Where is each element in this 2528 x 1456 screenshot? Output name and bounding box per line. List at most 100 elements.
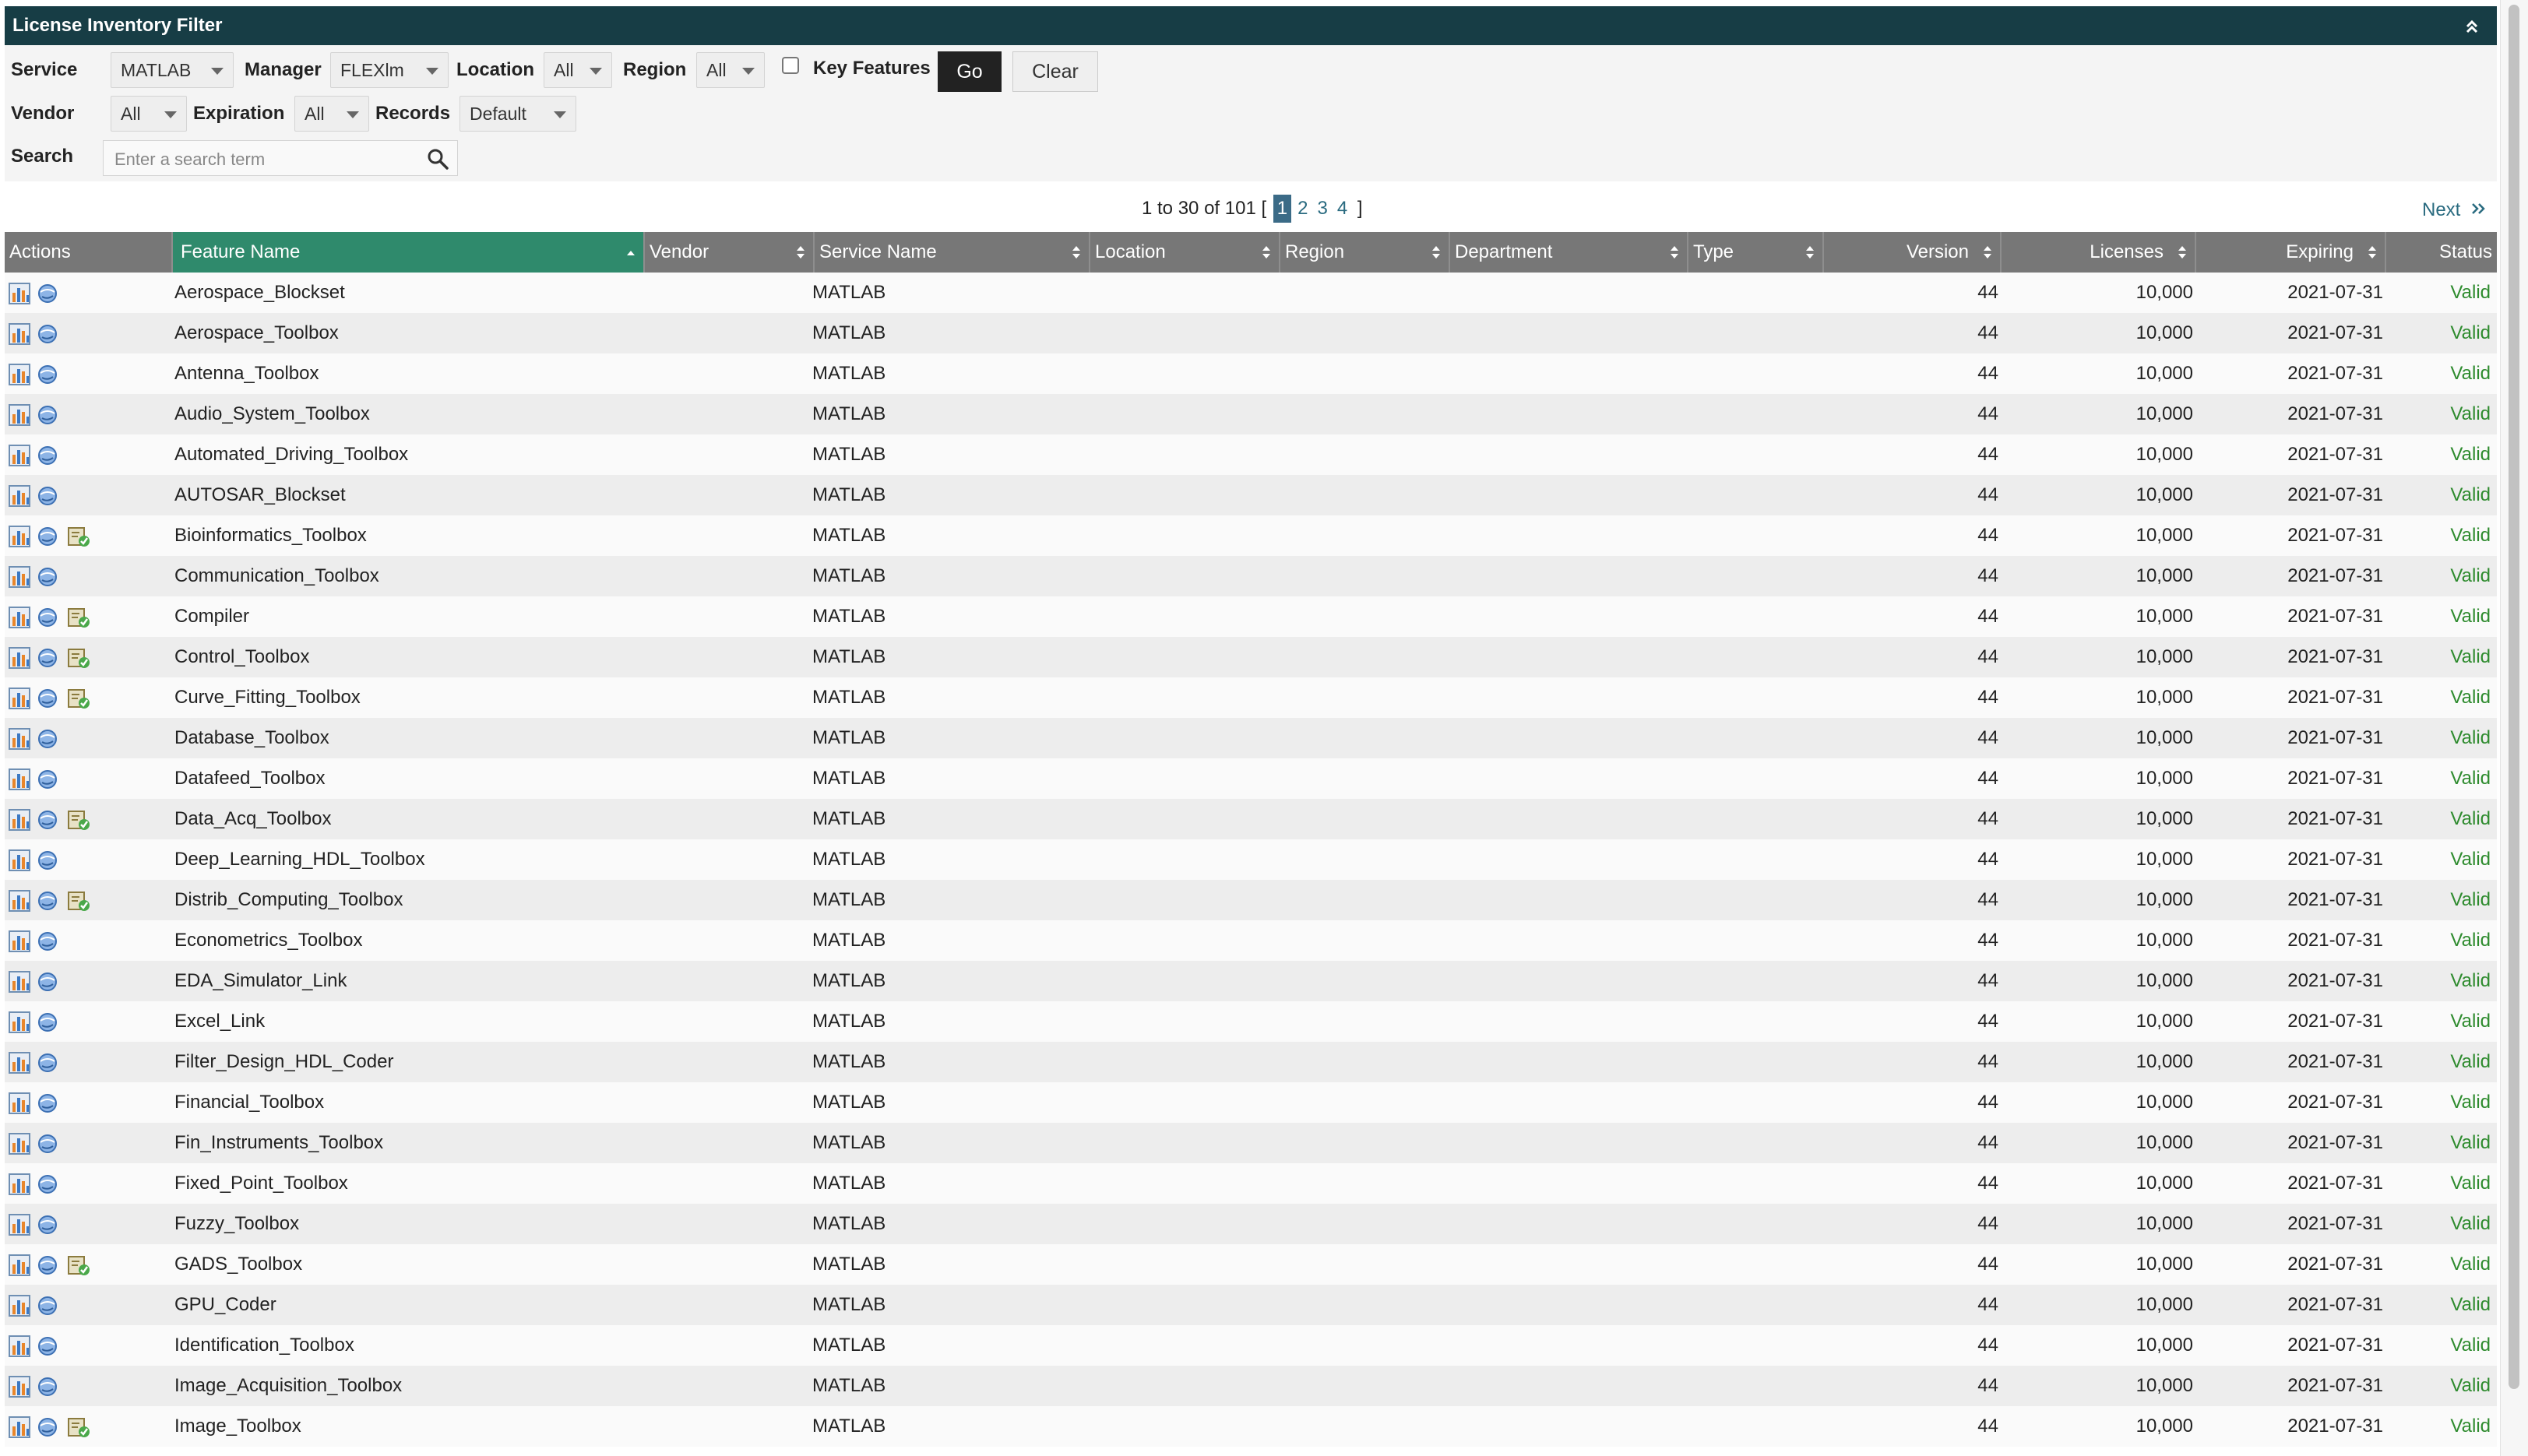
bar-chart-icon[interactable] [8,322,31,346]
table-row[interactable]: Fixed_Point_Toolbox MATLAB 44 10,000 2021-07… [5,1163,2497,1204]
bar-chart-icon[interactable] [8,1294,31,1317]
table-row[interactable]: Image_Toolbox MATLAB 44 10,000 2021-07-31 Val… [5,1406,2497,1447]
bar-chart-icon[interactable] [8,1011,31,1034]
manager-select[interactable]: FLEXlm [330,52,449,88]
column-header-feature-name[interactable]: Feature Name [173,232,645,273]
table-row[interactable]: Identification_Toolbox MATLAB 44 10,000 2021… [5,1325,2497,1366]
scrollbar-thumb[interactable] [2509,5,2519,1389]
search-input[interactable]: Enter a search term [103,140,458,176]
table-row[interactable]: Audio_System_Toolbox MATLAB 44 10,000 2021-0… [5,394,2497,434]
checklist-icon[interactable] [67,687,90,710]
table-row[interactable]: Database_Toolbox MATLAB 44 10,000 2021-07-31… [5,718,2497,758]
bar-chart-icon[interactable] [8,606,31,629]
table-row[interactable]: Antenna_Toolbox MATLAB 44 10,000 2021-07-31 V… [5,353,2497,394]
table-row[interactable]: Distrib_Computing_Toolbox MATLAB 44 10,000 2… [5,880,2497,920]
globe-icon[interactable] [36,727,59,751]
column-header-status[interactable]: Status [2386,232,2497,273]
page-link[interactable]: 3 [1318,198,1328,219]
table-row[interactable]: AUTOSAR_Blockset MATLAB 44 10,000 2021-07-31… [5,475,2497,515]
bar-chart-icon[interactable] [8,646,31,670]
double-chevron-up-icon[interactable] [2463,17,2481,36]
vertical-scrollbar[interactable] [2500,0,2528,1456]
checklist-icon[interactable] [67,808,90,832]
region-select[interactable]: All [696,52,765,88]
table-row[interactable]: Fin_Instruments_Toolbox MATLAB 44 10,000 202… [5,1123,2497,1163]
globe-icon[interactable] [36,1092,59,1115]
checklist-icon[interactable] [67,889,90,913]
table-row[interactable]: Automated_Driving_Toolbox MATLAB 44 10,000 2… [5,434,2497,475]
bar-chart-icon[interactable] [8,930,31,953]
column-header-vendor[interactable]: Vendor [645,232,815,273]
bar-chart-icon[interactable] [8,565,31,589]
bar-chart-icon[interactable] [8,1173,31,1196]
globe-icon[interactable] [36,606,59,629]
bar-chart-icon[interactable] [8,687,31,710]
globe-icon[interactable] [36,768,59,791]
next-page-link[interactable]: Next [2422,199,2488,221]
table-row[interactable]: Deep_Learning_HDL_Toolbox MATLAB 44 10,000 2… [5,839,2497,880]
table-row[interactable]: GPU_Coder MATLAB 44 10,000 2021-07-31 Valid [5,1285,2497,1325]
globe-icon[interactable] [36,930,59,953]
column-header-type[interactable]: Type [1688,232,1824,273]
table-row[interactable]: Image_Acquisition_Toolbox MATLAB 44 10,000 2… [5,1366,2497,1406]
table-row[interactable]: EDA_Simulator_Link MATLAB 44 10,000 2021-07-… [5,961,2497,1001]
table-row[interactable]: Curve_Fitting_Toolbox MATLAB 44 10,000 2021-… [5,677,2497,718]
table-row[interactable]: GADS_Toolbox MATLAB 44 10,000 2021-07-31 Vali… [5,1244,2497,1285]
globe-icon[interactable] [36,687,59,710]
clear-button[interactable]: Clear [1012,51,1098,92]
service-select[interactable]: MATLAB [111,52,234,88]
table-row[interactable]: Aerospace_Toolbox MATLAB 44 10,000 2021-07-3… [5,313,2497,353]
search-icon[interactable] [426,147,449,171]
globe-icon[interactable] [36,970,59,994]
bar-chart-icon[interactable] [8,849,31,872]
column-header-version[interactable]: Version [1824,232,2002,273]
globe-icon[interactable] [36,484,59,508]
table-row[interactable]: Aerospace_Blockset MATLAB 44 10,000 2021-07-… [5,273,2497,313]
bar-chart-icon[interactable] [8,282,31,305]
table-row[interactable]: Datafeed_Toolbox MATLAB 44 10,000 2021-07-31… [5,758,2497,799]
globe-icon[interactable] [36,1173,59,1196]
checklist-icon[interactable] [67,1416,90,1439]
bar-chart-icon[interactable] [8,484,31,508]
column-header-licenses[interactable]: Licenses [2002,232,2196,273]
column-header-service-name[interactable]: Service Name [815,232,1090,273]
table-row[interactable]: Data_Acq_Toolbox MATLAB 44 10,000 2021-07-31… [5,799,2497,839]
bar-chart-icon[interactable] [8,1132,31,1155]
globe-icon[interactable] [36,1051,59,1074]
bar-chart-icon[interactable] [8,1416,31,1439]
globe-icon[interactable] [36,1213,59,1236]
bar-chart-icon[interactable] [8,1092,31,1115]
globe-icon[interactable] [36,1335,59,1358]
globe-icon[interactable] [36,1294,59,1317]
page-link[interactable]: 4 [1337,198,1347,219]
bar-chart-icon[interactable] [8,727,31,751]
column-header-region[interactable]: Region [1280,232,1450,273]
checklist-icon[interactable] [67,525,90,548]
globe-icon[interactable] [36,1375,59,1398]
globe-icon[interactable] [36,1416,59,1439]
records-select[interactable]: Default [459,96,576,132]
table-row[interactable]: Financial_Toolbox MATLAB 44 10,000 2021-07-3… [5,1082,2497,1123]
bar-chart-icon[interactable] [8,768,31,791]
bar-chart-icon[interactable] [8,403,31,427]
table-row[interactable]: Control_Toolbox MATLAB 44 10,000 2021-07-31 V… [5,637,2497,677]
checklist-icon[interactable] [67,646,90,670]
go-button[interactable]: Go [938,51,1002,92]
bar-chart-icon[interactable] [8,444,31,467]
table-row[interactable]: Bioinformatics_Toolbox MATLAB 44 10,000 2021… [5,515,2497,556]
globe-icon[interactable] [36,889,59,913]
table-row[interactable]: Filter_Design_HDL_Coder MATLAB 44 10,000 202… [5,1042,2497,1082]
globe-icon[interactable] [36,282,59,305]
bar-chart-icon[interactable] [8,1375,31,1398]
globe-icon[interactable] [36,808,59,832]
table-row[interactable]: Compiler MATLAB 44 10,000 2021-07-31 Valid [5,596,2497,637]
globe-icon[interactable] [36,322,59,346]
column-header-location[interactable]: Location [1090,232,1280,273]
bar-chart-icon[interactable] [8,525,31,548]
globe-icon[interactable] [36,646,59,670]
key-features-checkbox[interactable] [782,57,799,74]
globe-icon[interactable] [36,363,59,386]
vendor-select[interactable]: All [111,96,187,132]
globe-icon[interactable] [36,565,59,589]
globe-icon[interactable] [36,1011,59,1034]
